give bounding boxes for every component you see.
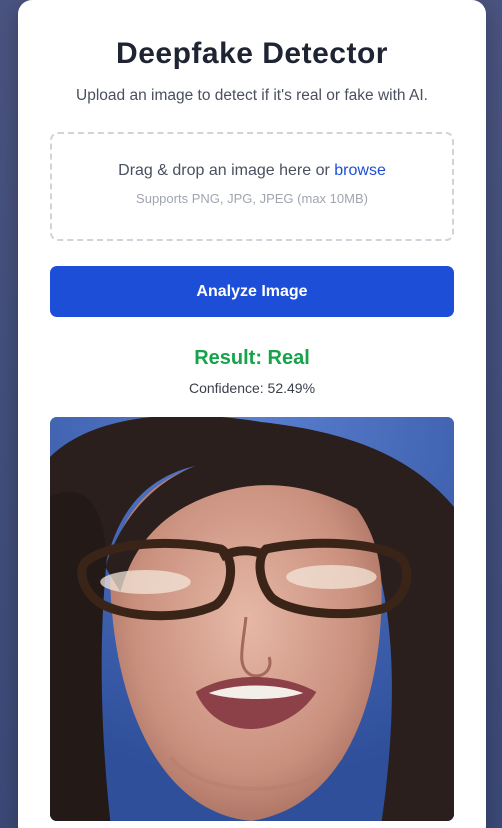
analyze-image-button[interactable]: Analyze Image (50, 266, 454, 317)
page-subtitle: Upload an image to detect if it's real o… (76, 87, 428, 104)
detector-card: Deepfake Detector Upload an image to det… (18, 0, 486, 828)
preview-face-image (50, 417, 454, 821)
browse-link[interactable]: browse (334, 162, 386, 179)
dropzone-prompt-text: Drag & drop an image here or (118, 162, 335, 179)
image-dropzone[interactable]: Drag & drop an image here or browse Supp… (50, 132, 454, 241)
dropzone-hint: Supports PNG, JPG, JPEG (max 10MB) (136, 191, 368, 206)
dropzone-prompt: Drag & drop an image here or browse (52, 159, 452, 183)
result-label: Result: Real (194, 347, 310, 369)
uploaded-image-preview (50, 417, 454, 821)
confidence-text: Confidence: 52.49% (188, 380, 316, 396)
page-title: Deepfake Detector (116, 37, 388, 70)
